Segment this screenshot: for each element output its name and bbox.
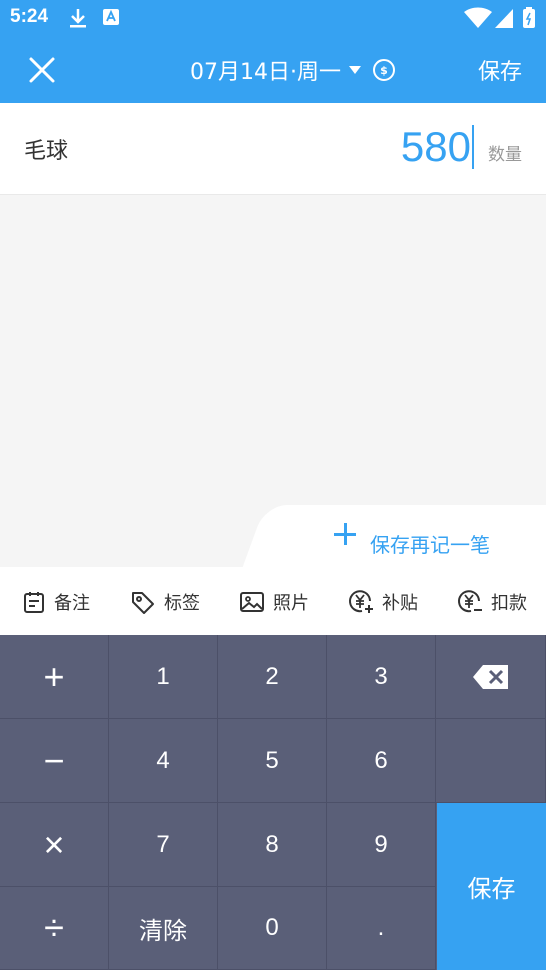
tool-deduct[interactable]: 扣款 (457, 589, 527, 615)
tool-note[interactable]: 备注 (22, 589, 90, 615)
key-7[interactable]: 7 (109, 803, 218, 887)
note-icon (24, 592, 44, 613)
save-button-top[interactable]: 保存 (478, 54, 522, 86)
photo-icon (240, 592, 264, 612)
download-icon (68, 7, 88, 33)
wifi-icon (464, 7, 492, 33)
key-clear[interactable]: 清除 (109, 887, 218, 970)
header: 07月14日·周一 $ 保存 (0, 36, 546, 103)
options-toolbar: 备注 标签 照片 补贴 扣款 (0, 567, 546, 635)
item-row: 毛球 580 数量 (0, 103, 546, 195)
item-name[interactable]: 毛球 (24, 133, 68, 165)
key-6[interactable]: 6 (327, 719, 436, 803)
key-3[interactable]: 3 (327, 635, 436, 719)
status-bar: 5:24 (0, 0, 546, 36)
tool-tag[interactable]: 标签 (130, 589, 200, 615)
amount-input[interactable]: 580 (401, 123, 474, 171)
key-0[interactable]: 0 (218, 887, 327, 970)
key-plus[interactable]: + (0, 635, 109, 719)
key-1[interactable]: 1 (109, 635, 218, 719)
key-backspace[interactable] (436, 635, 546, 719)
subsidy-icon (349, 590, 373, 613)
deduct-icon (458, 590, 482, 613)
key-empty (436, 719, 546, 803)
save-again-label: 保存再记一笔 (370, 533, 490, 557)
key-minus[interactable]: − (0, 719, 109, 803)
tool-subsidy-label: 补贴 (382, 593, 418, 614)
date-selector[interactable]: 07月14日·周一 $ (190, 54, 395, 86)
close-icon (29, 57, 55, 83)
tool-note-label: 备注 (54, 593, 90, 614)
key-5[interactable]: 5 (218, 719, 327, 803)
tool-tag-label: 标签 (164, 593, 200, 614)
plus-icon (334, 523, 356, 545)
key-dot[interactable]: . (327, 887, 436, 970)
tool-photo-label: 照片 (273, 593, 309, 614)
currency-icon[interactable]: $ (372, 59, 395, 81)
key-divide[interactable]: ÷ (0, 887, 109, 970)
key-times[interactable]: × (0, 803, 109, 887)
unit-label: 数量 (488, 145, 522, 165)
status-time: 5:24 (10, 6, 49, 27)
key-save[interactable]: 保存 (437, 803, 546, 970)
numeric-keypad: + 1 2 3 − 4 5 6 × 7 8 9 ÷ 清除 0 . 保存 (0, 635, 546, 970)
text-icon (102, 7, 120, 31)
key-9[interactable]: 9 (327, 803, 436, 887)
amount-value: 580 (400, 123, 471, 170)
tool-deduct-label: 扣款 (491, 593, 527, 614)
tool-photo[interactable]: 照片 (239, 589, 309, 615)
key-4[interactable]: 4 (109, 719, 218, 803)
save-and-add-another-button[interactable]: 保存再记一笔 (242, 505, 546, 567)
close-button[interactable] (24, 52, 60, 88)
signal-icon (494, 7, 514, 33)
date-label: 07月14日·周一 (190, 60, 341, 85)
tool-subsidy[interactable]: 补贴 (348, 589, 418, 615)
key-8[interactable]: 8 (218, 803, 327, 887)
key-2[interactable]: 2 (218, 635, 327, 719)
battery-icon (522, 7, 536, 33)
backspace-icon (472, 664, 508, 689)
text-cursor (472, 125, 474, 169)
dropdown-caret-icon (348, 66, 361, 74)
tag-icon (132, 592, 154, 614)
top-bar: 5:24 07月14日·周一 $ 保存 (0, 0, 546, 103)
